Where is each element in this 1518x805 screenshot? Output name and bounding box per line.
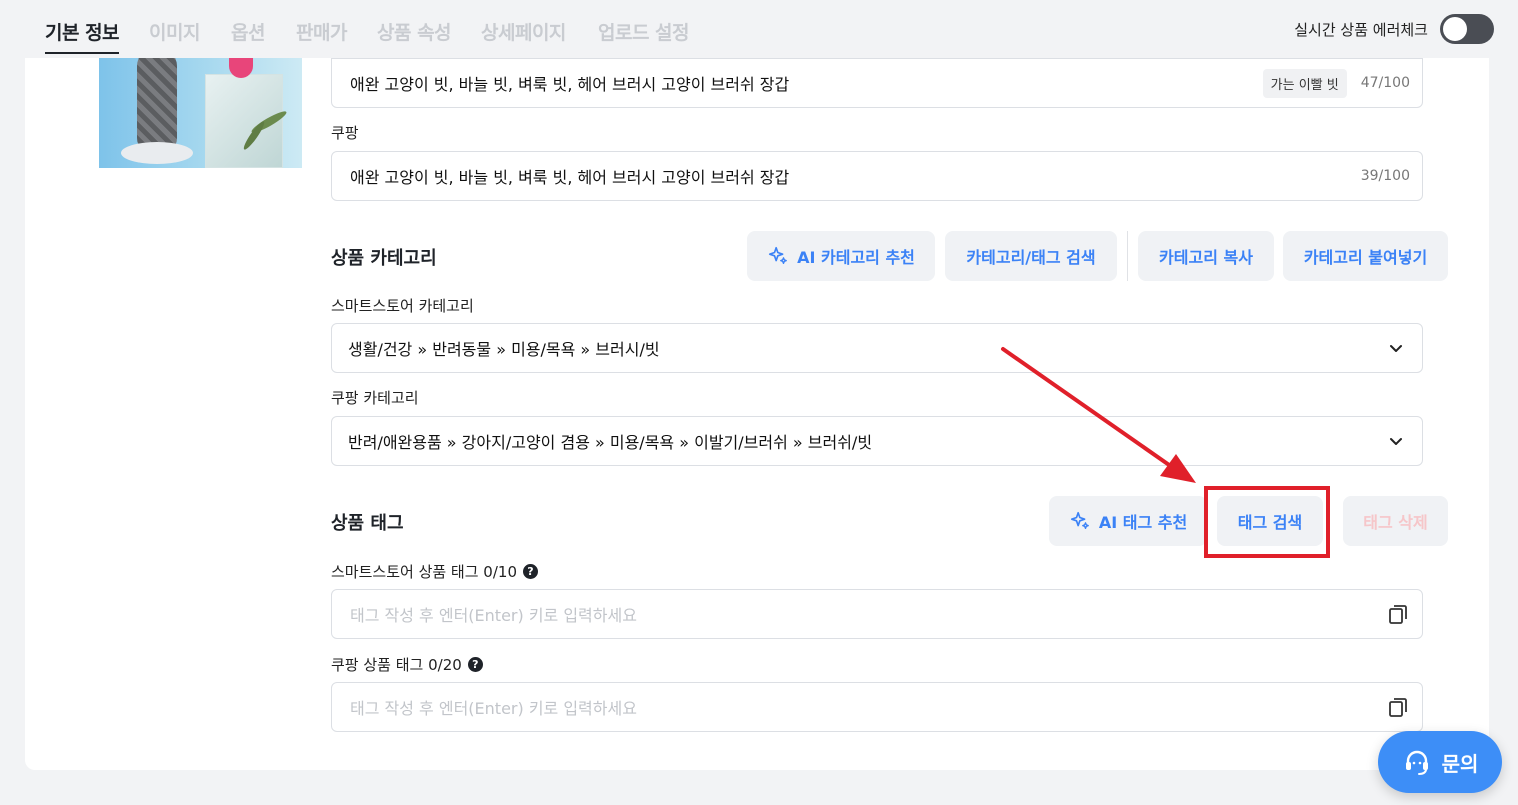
copy-icon[interactable] [1386,602,1410,626]
help-icon[interactable]: ? [523,564,538,579]
coupang-title-label: 쿠팡 [331,124,359,142]
realtime-check: 실시간 상품 에러체크 [1294,14,1494,44]
tab-bar: 기본 정보 이미지 옵션 판매가 상품 속성 상세페이지 업로드 설정 실시간 … [0,0,1518,58]
category-copy-label: 카테고리 복사 [1159,248,1253,267]
coupang-title-input[interactable]: 애완 고양이 빗, 바늘 빗, 벼룩 빗, 헤어 브러시 고양이 브러쉬 장갑 … [331,151,1423,201]
tab-detail-page[interactable]: 상세페이지 [481,18,566,45]
title-keyword-badge: 가는 이빨 빗 [1262,68,1347,98]
smartstore-tag-label: 스마트스토어 상품 태그 0/10 ? [331,561,538,582]
tab-attributes[interactable]: 상품 속성 [377,18,452,45]
tag-search-label: 태그 검색 [1237,513,1303,532]
toggle-knob [1443,17,1467,41]
tag-section-title: 상품 태그 [331,513,404,534]
sparkle-icon [769,246,788,265]
chevron-down-icon [1390,438,1402,445]
tag-delete-button[interactable]: 태그 삭제 [1343,496,1448,546]
category-paste-button[interactable]: 카테고리 붙여넣기 [1283,231,1448,281]
coupang-tag-input[interactable]: 태그 작성 후 엔터(Enter) 키로 입력하세요 [331,682,1423,732]
inquiry-chat-button[interactable]: 문의 [1378,731,1502,793]
tab-images[interactable]: 이미지 [149,18,200,45]
coupang-category-value: 반려/애완용품 » 강아지/고양이 겸용 » 미용/목욕 » 이발기/브러쉬 »… [348,433,873,452]
coupang-category-label: 쿠팡 카테고리 [331,389,419,407]
realtime-check-label: 실시간 상품 에러체크 [1294,20,1428,39]
smartstore-tag-label-text: 스마트스토어 상품 태그 0/10 [331,563,517,581]
help-icon[interactable]: ? [467,657,483,672]
product-thumbnail [99,58,302,168]
tag-delete-label: 태그 삭제 [1363,513,1428,532]
tag-search-button[interactable]: 태그 검색 [1217,496,1323,546]
category-tag-search-button[interactable]: 카테고리/태그 검색 [945,231,1117,281]
smartstore-category-label: 스마트스토어 카테고리 [331,297,474,315]
ai-category-recommend-button[interactable]: AI 카테고리 추천 [747,231,935,281]
category-tag-search-label: 카테고리/태그 검색 [966,248,1096,267]
smartstore-category-value: 생활/건강 » 반려동물 » 미용/목욕 » 브러시/빗 [348,340,660,359]
category-copy-button[interactable]: 카테고리 복사 [1138,231,1274,281]
ai-tag-recommend-button[interactable]: AI 태그 추천 [1049,496,1207,546]
smartstore-tag-input[interactable]: 태그 작성 후 엔터(Enter) 키로 입력하세요 [331,589,1423,639]
tab-price[interactable]: 판매가 [296,18,347,45]
copy-icon[interactable] [1386,695,1410,719]
coupang-title-value: 애완 고양이 빗, 바늘 빗, 벼룩 빗, 헤어 브러시 고양이 브러쉬 장갑 [350,168,790,187]
category-paste-label: 카테고리 붙여넣기 [1303,248,1428,267]
tab-basic-info[interactable]: 기본 정보 [45,18,120,54]
coupang-tag-label-text: 쿠팡 상품 태그 0/20 [331,656,462,674]
button-divider [1127,231,1128,281]
headset-icon [1405,750,1428,775]
coupang-title-counter: 39/100 [1360,168,1410,184]
coupang-tag-placeholder: 태그 작성 후 엔터(Enter) 키로 입력하세요 [350,699,637,718]
smartstore-category-select[interactable]: 생활/건강 » 반려동물 » 미용/목욕 » 브러시/빗 [331,323,1423,373]
category-section-title: 상품 카테고리 [331,248,437,269]
product-title-value: 애완 고양이 빗, 바늘 빗, 벼룩 빗, 헤어 브러시 고양이 브러쉬 장갑 [350,75,790,94]
smartstore-tag-placeholder: 태그 작성 후 엔터(Enter) 키로 입력하세요 [350,606,637,625]
sparkle-icon [1070,511,1089,530]
ai-category-recommend-label: AI 카테고리 추천 [797,248,915,267]
title-char-counter: 47/100 [1360,75,1410,91]
chevron-down-icon [1390,345,1402,352]
product-title-input[interactable]: 애완 고양이 빗, 바늘 빗, 벼룩 빗, 헤어 브러시 고양이 브러쉬 장갑 … [331,58,1423,108]
tab-upload-settings[interactable]: 업로드 설정 [598,18,690,45]
inquiry-chat-label: 문의 [1441,751,1479,776]
coupang-category-select[interactable]: 반려/애완용품 » 강아지/고양이 겸용 » 미용/목욕 » 이발기/브러쉬 »… [331,416,1423,466]
tab-options[interactable]: 옵션 [231,18,265,45]
coupang-tag-label: 쿠팡 상품 태그 0/20 ? [331,654,483,675]
ai-tag-recommend-label: AI 태그 추천 [1098,513,1188,532]
realtime-check-toggle[interactable] [1440,14,1494,44]
